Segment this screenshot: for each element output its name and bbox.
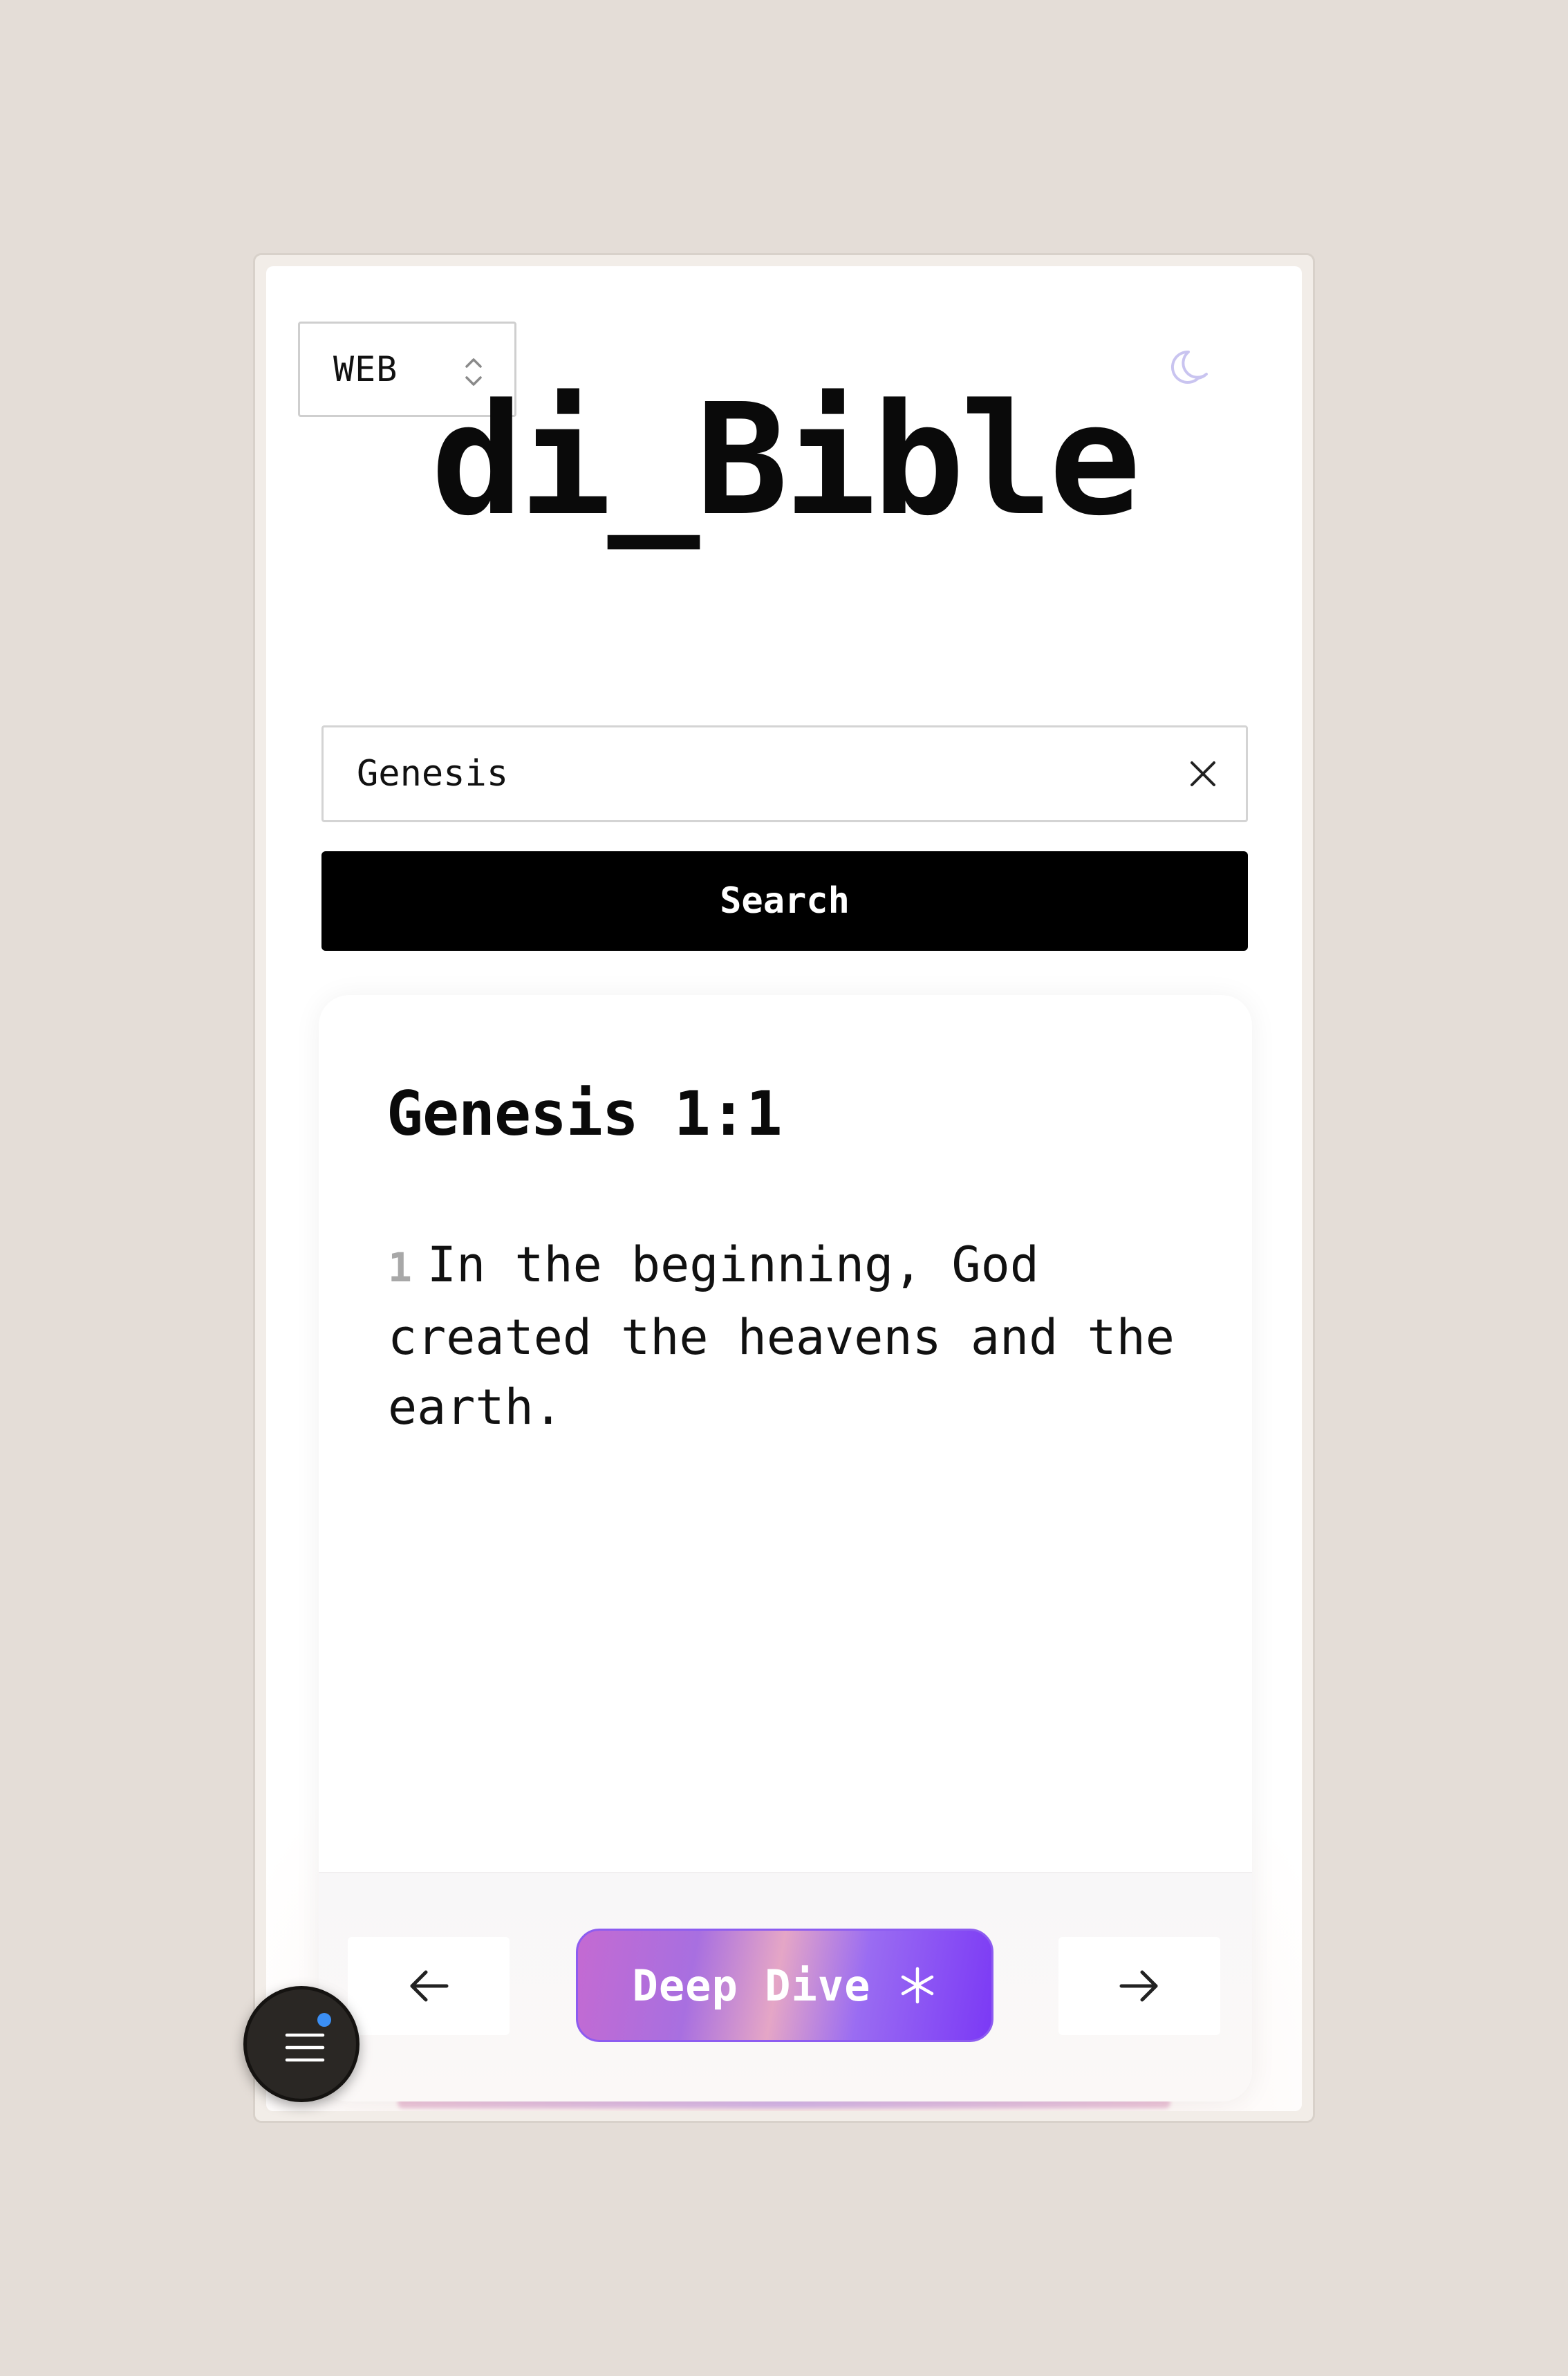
- prev-button[interactable]: [348, 1937, 510, 2035]
- notification-dot: [317, 2013, 331, 2027]
- next-button[interactable]: [1058, 1937, 1220, 2035]
- arrow-right-icon: [1119, 1970, 1158, 2002]
- app-logo: di_Bible: [431, 371, 1141, 550]
- deep-dive-button[interactable]: Deep Dive: [576, 1929, 993, 2042]
- book-input[interactable]: [324, 727, 1184, 821]
- deep-dive-label: Deep Dive: [632, 1960, 871, 2011]
- passage-footer: Deep Dive: [319, 1872, 1252, 2101]
- book-field[interactable]: [321, 725, 1248, 822]
- device-frame: WEB di_Bible SearchGen: [253, 253, 1315, 2123]
- menu-button[interactable]: [243, 1986, 360, 2102]
- passage-card: Genesis 1:1 1 In the beginning, God create…: [319, 995, 1252, 2101]
- menu-icon: [285, 2033, 325, 2062]
- asterisk-icon: [902, 1967, 934, 2004]
- app-screen: WEB di_Bible SearchGen: [266, 266, 1302, 2111]
- verse-text: 1 In the beginning, God created the heave…: [388, 1230, 1204, 1442]
- search-button[interactable]: Search: [321, 851, 1248, 951]
- verse-content: In the beginning, God created the heaven…: [388, 1236, 1175, 1436]
- verse-number: 1: [388, 1244, 412, 1291]
- close-icon[interactable]: [1188, 759, 1218, 789]
- passage-reference: Genesis 1:1: [386, 1078, 783, 1149]
- arrow-left-icon: [410, 1970, 449, 2002]
